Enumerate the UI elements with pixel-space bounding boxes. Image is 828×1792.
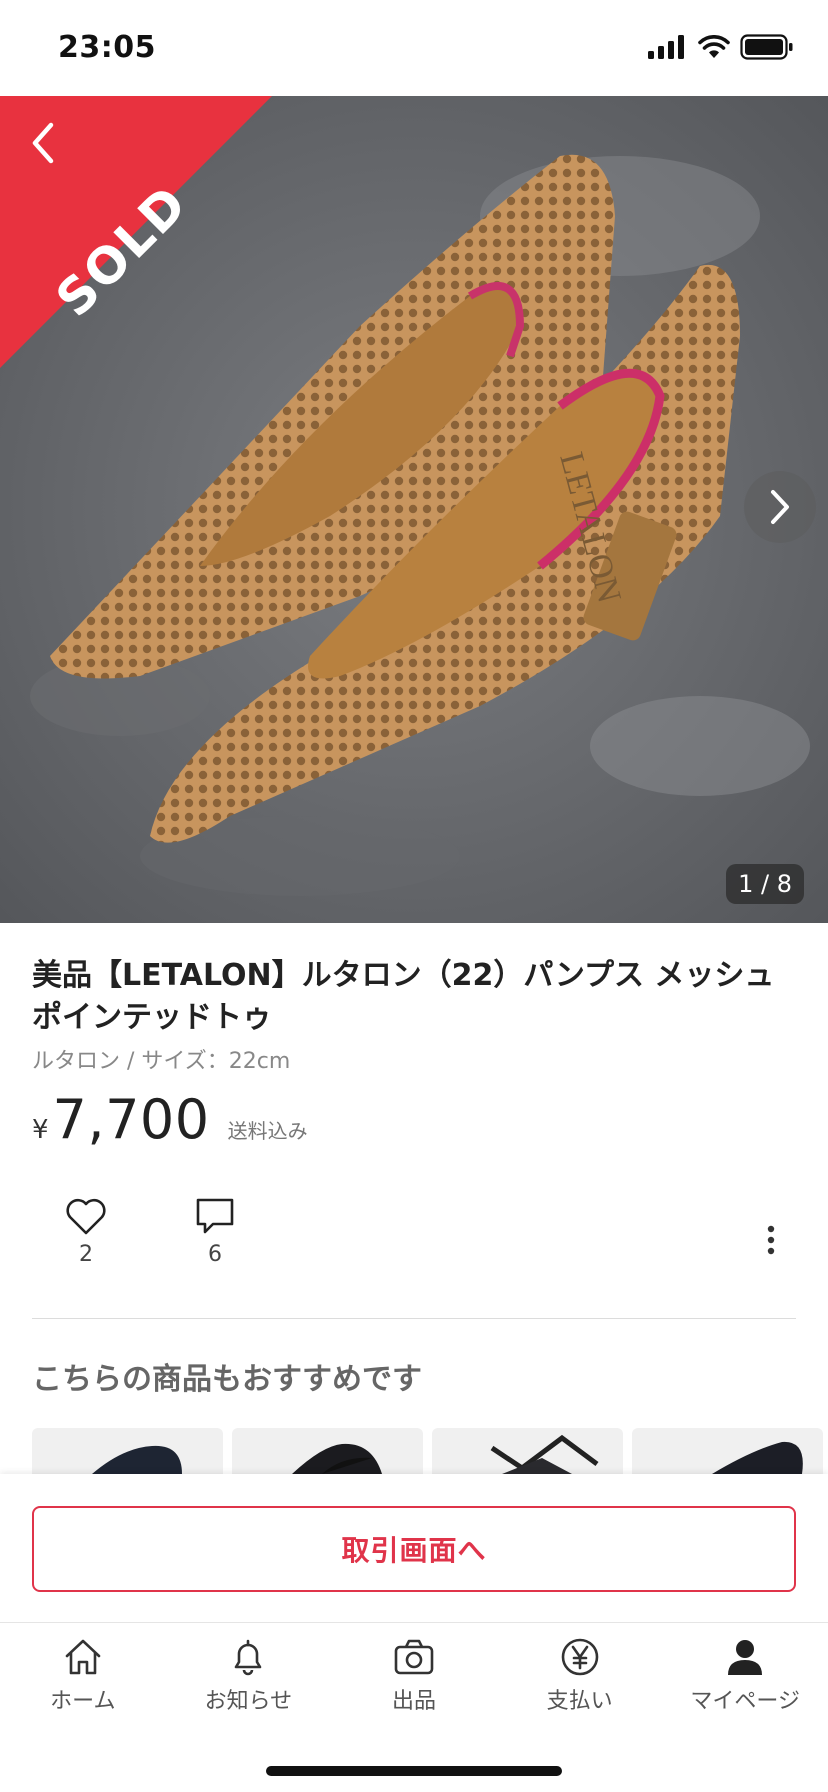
status-icons [648, 34, 794, 60]
yen-icon [561, 1638, 598, 1676]
heart-icon [66, 1198, 106, 1235]
recommendation-item[interactable] [432, 1428, 623, 1474]
person-icon [728, 1640, 763, 1675]
status-time: 23:05 [58, 30, 156, 65]
tab-bar: ホーム お知らせ 出品 支払い マイページ [0, 1622, 828, 1742]
recommendation-thumbnail [490, 1434, 599, 1474]
tab-label: 支払い [546, 1689, 613, 1714]
price-row: ¥ 7,700 送料込み [32, 1088, 308, 1151]
recommendation-item[interactable] [632, 1428, 823, 1474]
battery-icon [740, 34, 793, 60]
recommendation-item[interactable] [32, 1428, 223, 1474]
price-currency: ¥ [32, 1115, 49, 1145]
tab-label: お知らせ [204, 1689, 293, 1714]
tab-mypage[interactable]: マイページ [662, 1623, 828, 1742]
more-vertical-icon [767, 1225, 775, 1255]
comment-button[interactable]: 6 [175, 1196, 255, 1267]
product-title: 美品【LETALON】ルタロン（22）パンプス メッシュ ポインテッドトゥ [32, 958, 805, 1035]
chevron-left-icon [32, 122, 54, 164]
shipping-label: 送料込み [227, 1119, 308, 1143]
tab-sell[interactable]: 出品 [331, 1623, 497, 1742]
recommendation-thumbnail [712, 1441, 803, 1474]
product-image-carousel[interactable]: LETALON SOLD 1 / 8 [0, 96, 828, 923]
tab-payment[interactable]: 支払い [497, 1623, 663, 1742]
comment-count: 6 [208, 1242, 222, 1267]
recommendations-heading: こちらの商品もおすすめです [32, 1362, 422, 1397]
bottom-sheet: 取引画面へ ホーム お知らせ 出品 支払い マイページ [0, 1474, 828, 1792]
product-actions: 2 6 [32, 1196, 796, 1276]
recommendation-thumbnail [92, 1445, 182, 1474]
comment-icon [196, 1198, 234, 1234]
signal-icon [648, 35, 684, 59]
status-bar: 23:05 [0, 0, 828, 96]
recommendation-item[interactable] [232, 1428, 423, 1474]
camera-icon [394, 1639, 434, 1675]
chevron-right-icon [771, 490, 789, 524]
tab-notifications[interactable]: お知らせ [166, 1623, 332, 1742]
next-image-button[interactable] [744, 471, 816, 543]
tab-label: ホーム [50, 1689, 116, 1714]
divider [32, 1318, 796, 1319]
bell-icon [235, 1639, 262, 1676]
like-button[interactable]: 2 [46, 1196, 126, 1267]
wifi-icon [698, 35, 730, 58]
tab-home[interactable]: ホーム [0, 1623, 166, 1742]
home-indicator [266, 1766, 562, 1776]
back-button[interactable] [16, 116, 70, 170]
recommendations-list [32, 1428, 823, 1474]
image-page-counter: 1 / 8 [726, 864, 804, 904]
go-to-transaction-button[interactable]: 取引画面へ [32, 1506, 796, 1592]
tab-label: マイページ [690, 1689, 800, 1714]
like-count: 2 [79, 1242, 93, 1267]
product-subtitle[interactable]: ルタロン / サイズ：22cm [32, 1043, 290, 1075]
tab-label: 出品 [391, 1689, 436, 1714]
price-value: 7,700 [52, 1088, 210, 1151]
recommendation-thumbnail [292, 1443, 382, 1474]
more-options-button[interactable] [756, 1220, 786, 1260]
home-icon [65, 1639, 101, 1675]
